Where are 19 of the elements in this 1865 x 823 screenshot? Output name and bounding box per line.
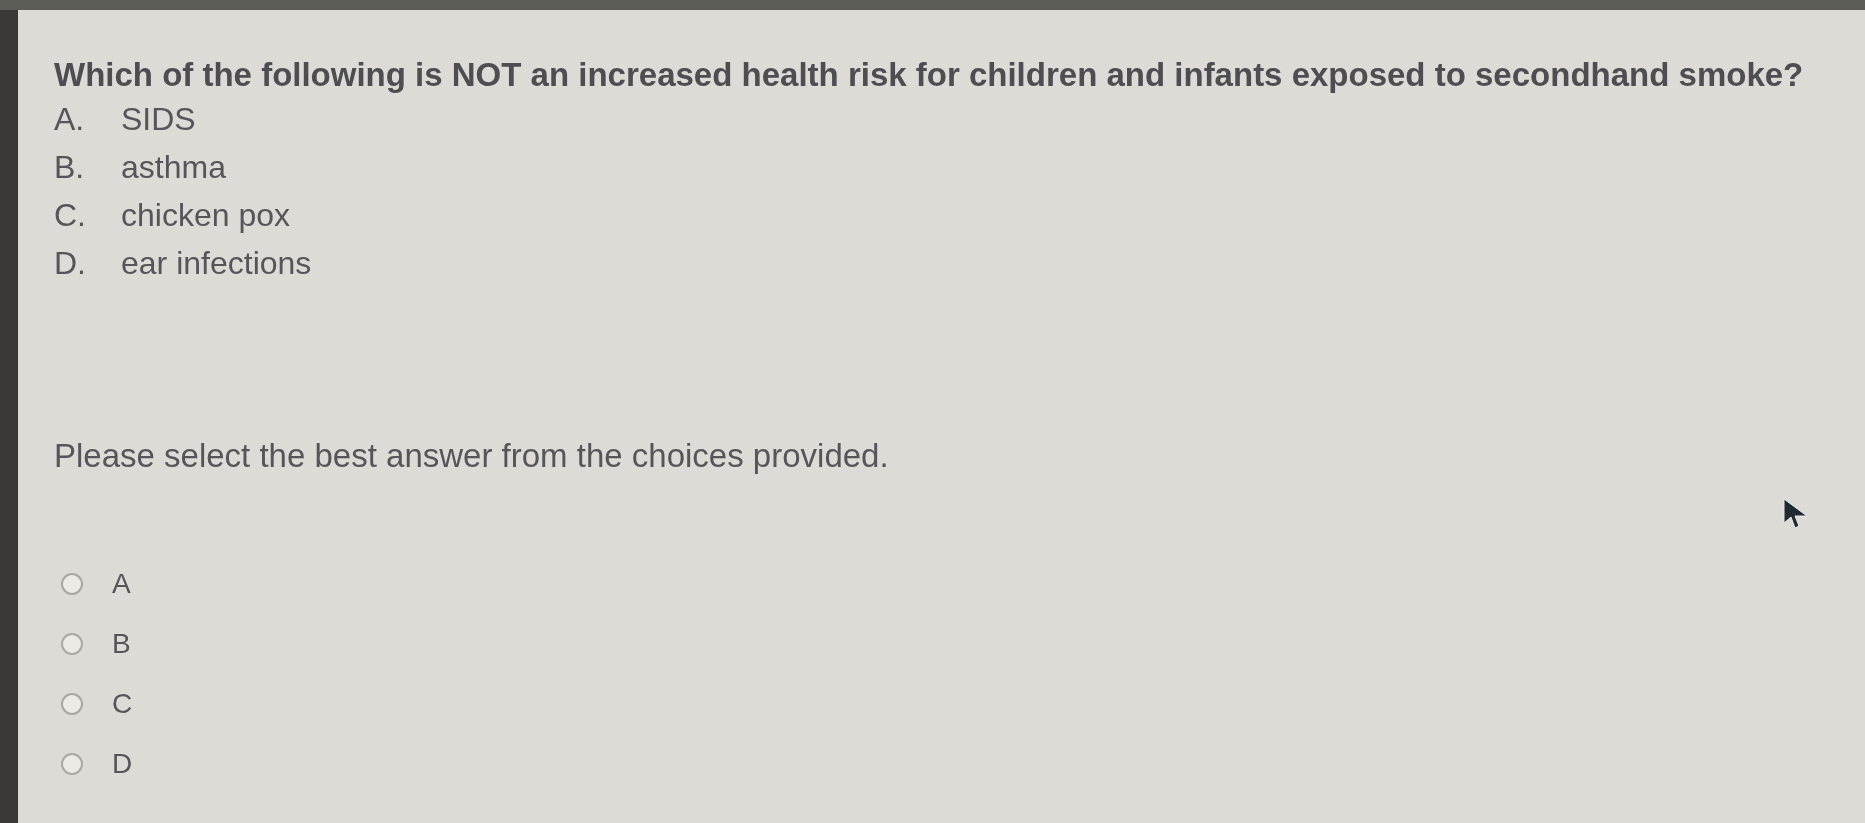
option-text: ear infections xyxy=(121,244,312,283)
radio-button[interactable] xyxy=(61,573,83,595)
radio-button[interactable] xyxy=(61,693,83,715)
choice-label[interactable]: C xyxy=(112,687,133,721)
option-text: chicken pox xyxy=(121,196,290,235)
radio-button[interactable] xyxy=(61,633,83,655)
radio-button[interactable] xyxy=(61,753,83,775)
choice-label[interactable]: D xyxy=(112,747,133,781)
option-letter: B. xyxy=(54,148,86,187)
option-letter: D. xyxy=(54,244,87,283)
option-letter: A. xyxy=(54,100,86,139)
option-text: SIDS xyxy=(121,100,196,139)
option-letter: C. xyxy=(54,196,87,235)
mouse-cursor-icon xyxy=(1783,498,1809,530)
question-text: Which of the following is NOT an increased health risk for children and infants exposed to secondhand smoke? xyxy=(54,55,1804,95)
instruction-text: Please select the best answer from the choices provided. xyxy=(54,436,889,476)
choice-label[interactable]: B xyxy=(112,627,131,661)
option-text: asthma xyxy=(121,148,226,187)
choice-label[interactable]: A xyxy=(112,567,131,601)
